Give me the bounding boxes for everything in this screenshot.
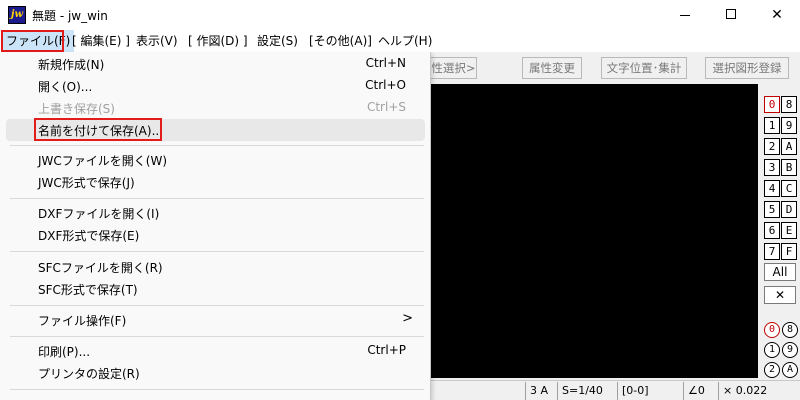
menu-item-label: SFC形式で保存(T) — [38, 283, 138, 297]
maximize-icon — [726, 9, 736, 19]
menu-item-label: プリンタの設定(R) — [38, 367, 140, 381]
status-zoom[interactable]: × 0.022 — [718, 382, 798, 400]
menu-item-shortcut: Ctrl+N — [365, 56, 406, 70]
menu-item-label: JWC形式で保存(J) — [38, 176, 135, 190]
layer-5-button[interactable]: 5 — [764, 201, 780, 218]
menu-item-open-dxf[interactable]: DXFファイルを開く(I) — [6, 202, 425, 224]
layer-panel: 0 8 1 9 2 A 3 B 4 C 5 D 6 E 7 F All ✕ 0 … — [760, 84, 800, 378]
minimize-button[interactable] — [662, 0, 708, 30]
layer-group-2-button[interactable]: 2 — [764, 362, 780, 378]
menu-item-printer-settings[interactable]: プリンタの設定(R) — [6, 362, 425, 384]
attribute-select-button[interactable]: 性選択> — [430, 57, 477, 79]
menu-help[interactable]: ヘルプ(H) — [374, 30, 436, 52]
menu-item-save-dxf[interactable]: DXF形式で保存(E) — [6, 224, 425, 246]
app-icon: jw — [8, 6, 26, 24]
status-layer[interactable]: [0-0] — [617, 382, 681, 400]
submenu-arrow-icon: > — [402, 311, 413, 326]
layer-3-button[interactable]: 3 — [764, 159, 780, 176]
status-paper-size[interactable]: 3 A — [525, 382, 555, 400]
layer-9-button[interactable]: 9 — [781, 117, 797, 134]
window-title: 無題 - jw_win — [32, 9, 108, 23]
menu-file-highlight-box — [1, 30, 64, 52]
close-icon: ✕ — [771, 7, 783, 23]
menu-view[interactable]: 表示(V) — [132, 30, 182, 52]
status-scale[interactable]: S=1/40 — [557, 382, 615, 400]
layer-1-button[interactable]: 1 — [764, 117, 780, 134]
minimize-icon — [680, 14, 690, 16]
layer-c-button[interactable]: C — [781, 180, 797, 197]
menu-separator — [10, 305, 424, 306]
register-selected-figure-button[interactable]: 選択図形登録 — [705, 57, 789, 79]
menu-item-save-jwc[interactable]: JWC形式で保存(J) — [6, 171, 425, 193]
menu-draw[interactable]: [ 作図(D) ] — [184, 30, 252, 52]
layer-7-button[interactable]: 7 — [764, 243, 780, 260]
menu-item-label: 上書き保存(S) — [38, 102, 115, 116]
layer-d-button[interactable]: D — [781, 201, 797, 218]
layer-e-button[interactable]: E — [781, 222, 797, 239]
drawing-canvas[interactable] — [430, 84, 758, 378]
menu-item-label: 新規作成(N) — [38, 58, 105, 72]
file-menu-dropdown: 新規作成(N) Ctrl+N 開く(O)... Ctrl+O 上書き保存(S) … — [0, 52, 431, 400]
menu-separator — [10, 336, 424, 337]
menu-item-file-operations[interactable]: ファイル操作(F) > — [6, 309, 425, 331]
menu-item-label: DXF形式で保存(E) — [38, 229, 140, 243]
toolbar: 性選択> 属性変更 文字位置･集計 選択図形登録 — [430, 54, 800, 82]
menu-item-shortcut: Ctrl+O — [365, 78, 406, 92]
menu-item-save-sfc[interactable]: SFC形式で保存(T) — [6, 278, 425, 300]
menu-separator — [10, 198, 424, 199]
menu-item-label: 開く(O)... — [38, 80, 93, 94]
layer-group-9-button[interactable]: 9 — [782, 342, 798, 358]
status-bar: 3 A S=1/40 [0-0] ∠0 × 0.022 — [430, 380, 800, 400]
menu-item-save[interactable]: 上書き保存(S) Ctrl+S — [6, 97, 425, 119]
menu-item-print[interactable]: 印刷(P)... Ctrl+P — [6, 340, 425, 362]
menu-edit[interactable]: [ 編集(E) ] — [68, 30, 134, 52]
menu-item-open-jwc[interactable]: JWCファイルを開く(W) — [6, 149, 425, 171]
maximize-button[interactable] — [708, 0, 754, 30]
layer-2-button[interactable]: 2 — [764, 138, 780, 155]
menu-separator — [10, 389, 424, 390]
menu-item-label: ファイル操作(F) — [38, 314, 127, 328]
layer-f-button[interactable]: F — [781, 243, 797, 260]
menu-item-label: SFCファイルを開く(R) — [38, 261, 163, 275]
layer-8-button[interactable]: 8 — [781, 96, 797, 113]
text-position-total-button[interactable]: 文字位置･集計 — [601, 57, 687, 79]
layer-4-button[interactable]: 4 — [764, 180, 780, 197]
close-button[interactable]: ✕ — [754, 0, 800, 30]
menu-item-open-sfc[interactable]: SFCファイルを開く(R) — [6, 256, 425, 278]
menu-item-label: JWCファイルを開く(W) — [38, 154, 168, 168]
menu-item-open[interactable]: 開く(O)... Ctrl+O — [6, 75, 425, 97]
menu-item-label: DXFファイルを開く(I) — [38, 207, 160, 221]
title-bar: jw 無題 - jw_win ✕ — [0, 0, 800, 30]
all-layers-button[interactable]: All — [764, 263, 796, 281]
menu-item-new[interactable]: 新規作成(N) Ctrl+N — [6, 53, 425, 75]
layer-0-button[interactable]: 0 — [764, 96, 780, 113]
layer-group-a-button[interactable]: A — [782, 362, 798, 378]
menu-other[interactable]: [その他(A)] — [305, 30, 376, 52]
menu-separator — [10, 145, 424, 146]
menu-item-label: 印刷(P)... — [38, 345, 91, 359]
menu-item-shortcut: Ctrl+P — [367, 343, 406, 357]
layer-group-1-button[interactable]: 1 — [764, 342, 780, 358]
menu-separator — [10, 251, 424, 252]
layer-group-8-button[interactable]: 8 — [782, 322, 798, 338]
status-angle[interactable]: ∠0 — [683, 382, 717, 400]
menu-bar: ファイル(F) [ 編集(E) ] 表示(V) [ 作図(D) ] 設定(S) … — [0, 30, 800, 52]
menu-item-shortcut: Ctrl+S — [366, 100, 406, 114]
layer-6-button[interactable]: 6 — [764, 222, 780, 239]
layer-group-0-button[interactable]: 0 — [764, 322, 780, 338]
attribute-change-button[interactable]: 属性変更 — [522, 57, 582, 79]
layer-a-button[interactable]: A — [781, 138, 797, 155]
layer-b-button[interactable]: B — [781, 159, 797, 176]
save-as-highlight-box — [34, 118, 162, 141]
menu-settings[interactable]: 設定(S) — [253, 30, 302, 52]
layer-cross-button[interactable]: ✕ — [764, 286, 796, 304]
